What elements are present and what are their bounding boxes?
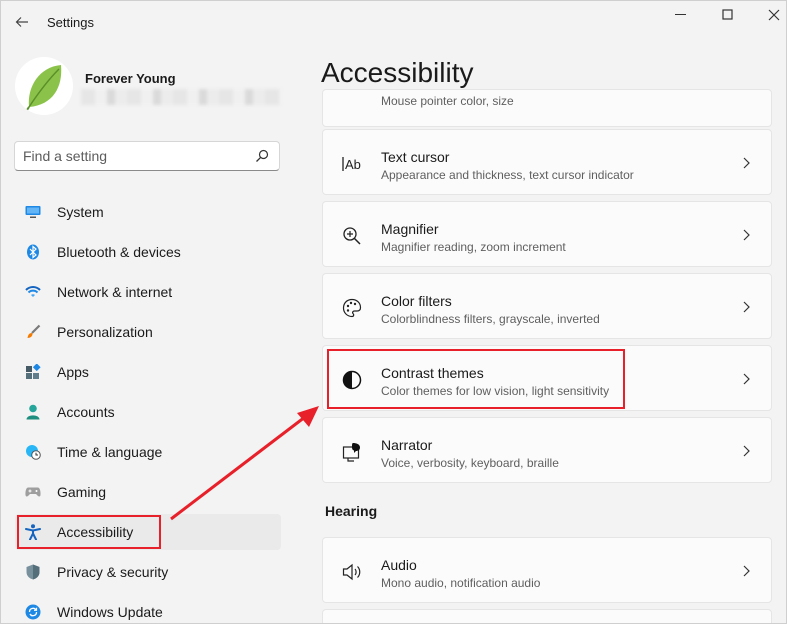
- annotation-highlight-accessibility: [17, 515, 161, 549]
- shield-icon: [25, 564, 41, 580]
- chevron-right-icon: [743, 565, 750, 577]
- bluetooth-icon: [25, 244, 41, 260]
- minimize-button[interactable]: [661, 5, 701, 25]
- svg-text:Ab: Ab: [345, 157, 361, 172]
- avatar[interactable]: [15, 57, 73, 115]
- search-input[interactable]: [23, 148, 243, 164]
- settings-card-magnifier[interactable]: Magnifier Magnifier reading, zoom increm…: [322, 201, 772, 267]
- person-icon: [25, 404, 41, 420]
- sidebar-item-label: Network & internet: [57, 284, 173, 300]
- chevron-right-icon: [743, 301, 750, 313]
- search-icon[interactable]: [255, 149, 269, 163]
- sidebar-item-label: Privacy & security: [57, 564, 169, 580]
- close-button[interactable]: [754, 5, 786, 25]
- settings-card-text-cursor[interactable]: Ab Text cursor Appearance and thickness,…: [322, 129, 772, 195]
- chevron-right-icon: [743, 229, 750, 241]
- back-arrow-icon: [15, 17, 28, 27]
- speaker-icon: [341, 561, 363, 583]
- title-bar: Settings: [1, 1, 786, 45]
- card-subtitle: Mono audio, notification audio: [381, 576, 541, 590]
- maximize-button[interactable]: [708, 5, 748, 25]
- card-subtitle: Appearance and thickness, text cursor in…: [381, 168, 634, 182]
- sidebar-item-gaming[interactable]: Gaming: [15, 474, 281, 510]
- profile-name: Forever Young: [85, 71, 176, 86]
- card-title: Magnifier: [381, 221, 439, 237]
- card-subtitle: Colorblindness filters, grayscale, inver…: [381, 312, 600, 326]
- annotation-highlight-contrast-themes: [327, 349, 625, 409]
- chevron-right-icon: [743, 157, 750, 169]
- apps-icon: [25, 364, 41, 380]
- settings-card-audio[interactable]: Audio Mono audio, notification audio: [322, 537, 772, 603]
- maximize-icon: [722, 9, 733, 20]
- settings-card-narrator[interactable]: Narrator Voice, verbosity, keyboard, bra…: [322, 417, 772, 483]
- card-subtitle: Mouse pointer color, size: [381, 94, 514, 108]
- chevron-right-icon: [743, 445, 750, 457]
- sidebar-item-label: Bluetooth & devices: [57, 244, 181, 260]
- minimize-icon: [675, 14, 686, 15]
- globe-clock-icon: [25, 444, 41, 460]
- magnifier-icon: [341, 225, 363, 247]
- text-cursor-icon: Ab: [341, 153, 363, 175]
- settings-window: Settings Forever Young Sys: [0, 0, 787, 624]
- sidebar-item-apps[interactable]: Apps: [15, 354, 281, 390]
- sidebar-item-accounts[interactable]: Accounts: [15, 394, 281, 430]
- monitor-icon: [25, 204, 41, 220]
- wifi-icon: [25, 284, 41, 300]
- narrator-icon: [341, 441, 363, 463]
- sidebar-item-label: Time & language: [57, 444, 163, 460]
- brush-icon: [25, 324, 41, 340]
- page-title: Accessibility: [321, 57, 474, 88]
- sidebar-item-label: Personalization: [57, 324, 153, 340]
- close-icon: [768, 9, 780, 21]
- card-title: Audio: [381, 557, 417, 573]
- leaf-icon: [15, 57, 73, 115]
- settings-card-partial[interactable]: [322, 609, 772, 623]
- card-title: Narrator: [381, 437, 433, 453]
- sidebar-item-label: Gaming: [57, 484, 107, 500]
- gamepad-icon: [25, 484, 41, 500]
- settings-card-mouse-pointer[interactable]: Mouse pointer color, size: [322, 89, 772, 127]
- redacted-email: [81, 89, 281, 105]
- settings-card-color-filters[interactable]: Color filters Colorblindness filters, gr…: [322, 273, 772, 339]
- card-title: Text cursor: [381, 149, 450, 165]
- update-icon: [25, 604, 41, 620]
- sidebar-item-windows-update[interactable]: Windows Update: [15, 594, 281, 623]
- sidebar-item-time-language[interactable]: Time & language: [15, 434, 281, 470]
- sidebar-item-label: Accounts: [57, 404, 115, 420]
- sidebar-item-label: Apps: [57, 364, 89, 380]
- card-title: Color filters: [381, 293, 452, 309]
- sidebar-item-system[interactable]: System: [15, 194, 281, 230]
- sidebar-item-network-internet[interactable]: Network & internet: [15, 274, 281, 310]
- card-subtitle: Voice, verbosity, keyboard, braille: [381, 456, 559, 470]
- back-button[interactable]: [11, 11, 33, 33]
- card-subtitle: Magnifier reading, zoom increment: [381, 240, 566, 254]
- palette-icon: [341, 297, 363, 319]
- sidebar-item-bluetooth-devices[interactable]: Bluetooth & devices: [15, 234, 281, 270]
- sidebar-item-personalization[interactable]: Personalization: [15, 314, 281, 350]
- section-title-hearing: Hearing: [325, 503, 378, 519]
- search-box[interactable]: [14, 141, 280, 171]
- sidebar-item-label: System: [57, 204, 104, 220]
- chevron-right-icon: [743, 373, 750, 385]
- window-title: Settings: [47, 15, 94, 30]
- sidebar-item-privacy-security[interactable]: Privacy & security: [15, 554, 281, 590]
- sidebar-item-label: Windows Update: [57, 604, 163, 620]
